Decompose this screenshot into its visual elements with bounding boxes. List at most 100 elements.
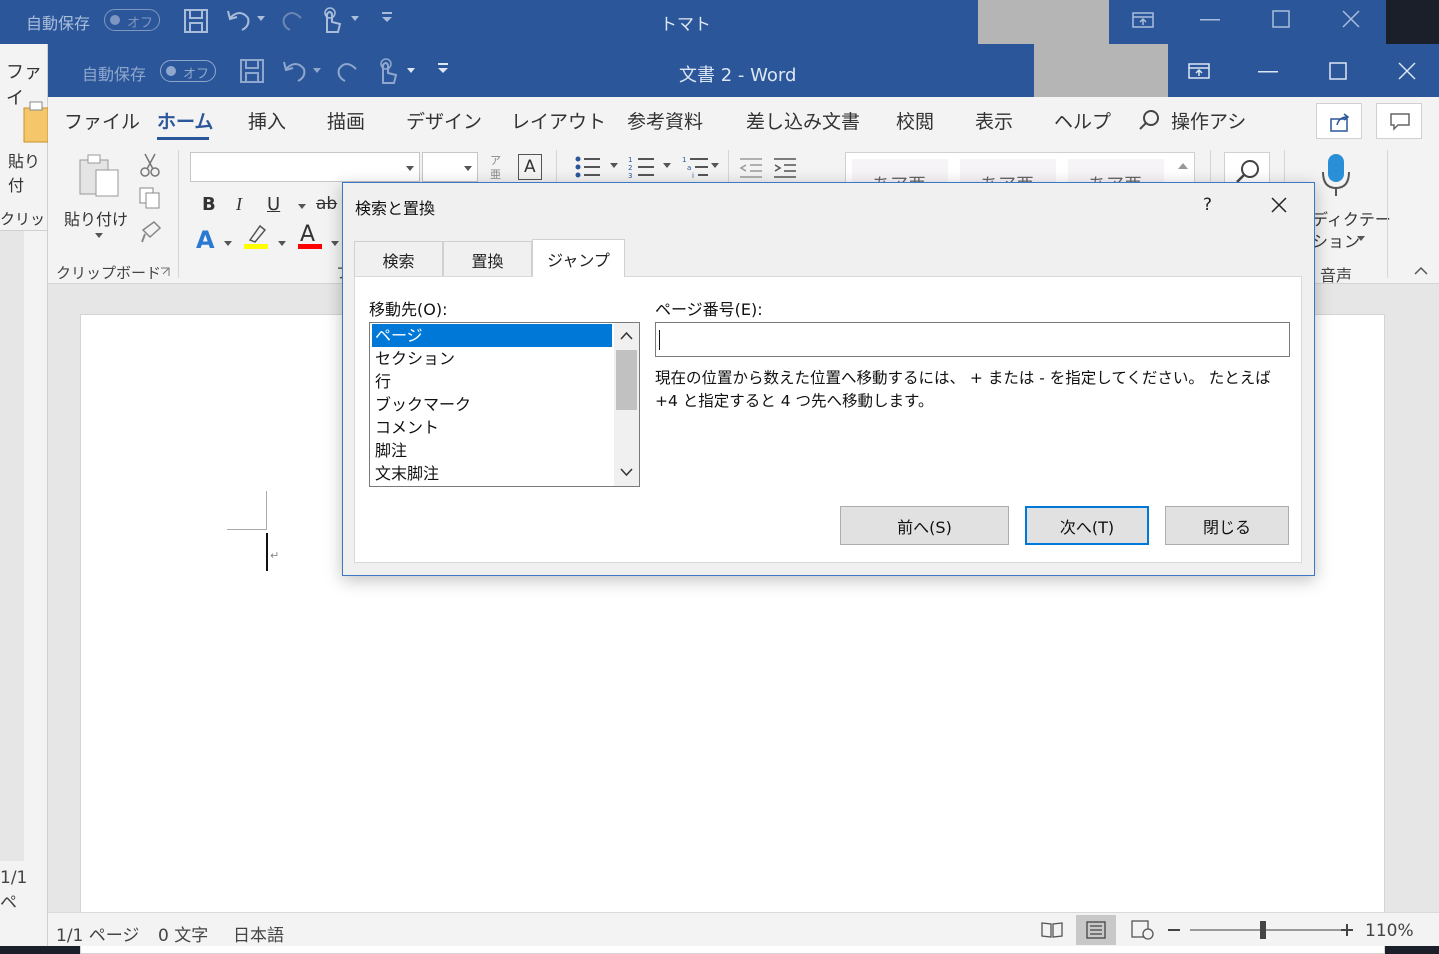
save-icon[interactable]	[239, 58, 265, 84]
list-item[interactable]: コメント	[372, 416, 612, 439]
back-autosave-toggle[interactable]: オフ	[104, 9, 160, 31]
next-button[interactable]: 次へ(T)	[1025, 506, 1149, 545]
increase-indent-icon[interactable]	[772, 156, 798, 178]
multilevel-list-icon[interactable]: 1ai	[682, 154, 710, 180]
redo-icon[interactable]	[279, 6, 307, 34]
strikethrough-button[interactable]: ab	[316, 194, 337, 214]
tab-help[interactable]: ヘルプ	[1054, 107, 1111, 134]
enclosed-char-button[interactable]: A	[518, 154, 542, 180]
ruby-bottom[interactable]: 亜	[490, 166, 501, 182]
list-item[interactable]: 脚注	[372, 439, 612, 462]
list-item[interactable]: 文末脚注	[372, 462, 612, 485]
font-size-box[interactable]	[422, 152, 478, 182]
scroll-down-icon[interactable]	[620, 468, 633, 477]
decrease-indent-icon[interactable]	[738, 156, 764, 178]
web-layout-icon[interactable]	[1131, 920, 1155, 940]
tab-design[interactable]: デザイン	[406, 107, 482, 134]
touch-mode-icon[interactable]	[374, 57, 400, 85]
touch-mode-icon[interactable]	[318, 6, 344, 34]
multilevel-dropdown-icon[interactable]	[710, 162, 720, 169]
search-icon[interactable]	[1138, 109, 1160, 131]
tab-insert[interactable]: 挿入	[248, 107, 286, 134]
copy-icon[interactable]	[138, 186, 162, 210]
comments-button[interactable]	[1376, 103, 1422, 139]
status-language[interactable]: 日本語	[233, 921, 284, 946]
tab-file[interactable]: ファイル	[64, 107, 140, 134]
minimize-icon[interactable]	[1258, 70, 1278, 74]
numbering-icon[interactable]: 123	[628, 154, 656, 180]
tab-mailings[interactable]: 差し込み文書	[746, 107, 860, 134]
zoom-out-button[interactable]	[1168, 929, 1180, 931]
status-words[interactable]: 0 文字	[158, 921, 208, 946]
ribbon-display-options-icon[interactable]	[1188, 61, 1210, 81]
dictation-label-2[interactable]: ション	[1312, 228, 1360, 252]
tab-find[interactable]: 検索	[354, 241, 443, 277]
text-effects-button[interactable]: A	[196, 226, 215, 254]
format-painter-icon[interactable]	[140, 220, 164, 244]
customize-qat-icon[interactable]	[437, 61, 449, 75]
tell-me-box[interactable]: 操作アシ	[1171, 107, 1246, 134]
help-button[interactable]: ?	[1203, 195, 1212, 215]
dialog-close-icon[interactable]	[1270, 196, 1288, 214]
scroll-thumb[interactable]	[616, 350, 637, 410]
customize-qat-icon[interactable]	[381, 10, 393, 24]
underline-dropdown-icon[interactable]	[297, 203, 307, 210]
tab-home[interactable]: ホーム	[157, 107, 213, 134]
numbering-dropdown-icon[interactable]	[662, 162, 672, 169]
touch-dropdown-icon[interactable]	[406, 67, 416, 75]
styles-scroll-up-icon[interactable]	[1176, 161, 1190, 171]
zoom-in-icon[interactable]	[1340, 923, 1354, 937]
page-number-input[interactable]	[655, 322, 1290, 357]
microphone-icon[interactable]	[1320, 152, 1354, 200]
undo-dropdown-icon[interactable]	[256, 15, 266, 23]
tab-draw[interactable]: 描画	[327, 107, 365, 134]
tab-references[interactable]: 参考資料	[627, 107, 703, 134]
undo-icon[interactable]	[224, 6, 254, 34]
tab-view[interactable]: 表示	[975, 107, 1013, 134]
dictation-label[interactable]: ディクテー	[1312, 206, 1391, 230]
paste-icon[interactable]	[76, 152, 122, 198]
paste-dropdown-icon[interactable]	[94, 232, 104, 240]
zoom-slider-track[interactable]	[1190, 929, 1348, 931]
font-name-dropdown-icon[interactable]	[405, 165, 415, 172]
print-layout-button[interactable]	[1076, 915, 1116, 945]
zoom-slider-thumb[interactable]	[1260, 921, 1266, 939]
clipboard-launcher-icon[interactable]	[160, 267, 170, 277]
bullets-icon[interactable]	[574, 154, 602, 180]
font-name-box[interactable]	[190, 152, 420, 182]
list-item[interactable]: ブックマーク	[372, 393, 612, 416]
scroll-up-icon[interactable]	[620, 331, 633, 340]
back-minimize-icon[interactable]	[1200, 18, 1220, 22]
highlight-dropdown-icon[interactable]	[277, 240, 287, 247]
back-maximize-icon[interactable]	[1272, 10, 1290, 28]
text-effects-dropdown-icon[interactable]	[223, 240, 233, 247]
redo-icon[interactable]	[334, 57, 362, 85]
font-color-dropdown-icon[interactable]	[330, 240, 340, 247]
back-ribbon-display-icon[interactable]	[1132, 10, 1154, 30]
italic-button[interactable]: I	[236, 194, 242, 215]
close-button[interactable]: 閉じる	[1165, 506, 1289, 545]
bullets-dropdown-icon[interactable]	[609, 162, 619, 169]
back-close-icon[interactable]	[1341, 9, 1361, 29]
close-icon[interactable]	[1397, 61, 1417, 81]
maximize-icon[interactable]	[1329, 62, 1347, 80]
tab-replace[interactable]: 置換	[443, 241, 532, 277]
paste-label[interactable]: 貼り付け	[64, 206, 128, 230]
touch-dropdown-icon[interactable]	[350, 15, 360, 23]
zoom-level[interactable]: 110%	[1365, 921, 1414, 941]
tab-review[interactable]: 校閲	[896, 107, 934, 134]
save-icon[interactable]	[183, 8, 209, 34]
list-item[interactable]: ページ	[372, 324, 612, 347]
share-button[interactable]	[1316, 103, 1362, 139]
collapse-ribbon-icon[interactable]	[1414, 266, 1428, 276]
status-page[interactable]: 1/1 ページ	[56, 921, 139, 946]
previous-button[interactable]: 前へ(S)	[840, 506, 1009, 545]
highlighter-icon[interactable]	[244, 224, 268, 244]
undo-icon[interactable]	[280, 57, 310, 85]
bold-button[interactable]: B	[202, 194, 216, 215]
underline-button[interactable]: U	[267, 194, 280, 215]
undo-dropdown-icon[interactable]	[312, 67, 322, 75]
font-size-dropdown-icon[interactable]	[463, 165, 473, 172]
read-mode-icon[interactable]	[1041, 921, 1063, 939]
tab-goto[interactable]: ジャンプ	[532, 239, 625, 277]
